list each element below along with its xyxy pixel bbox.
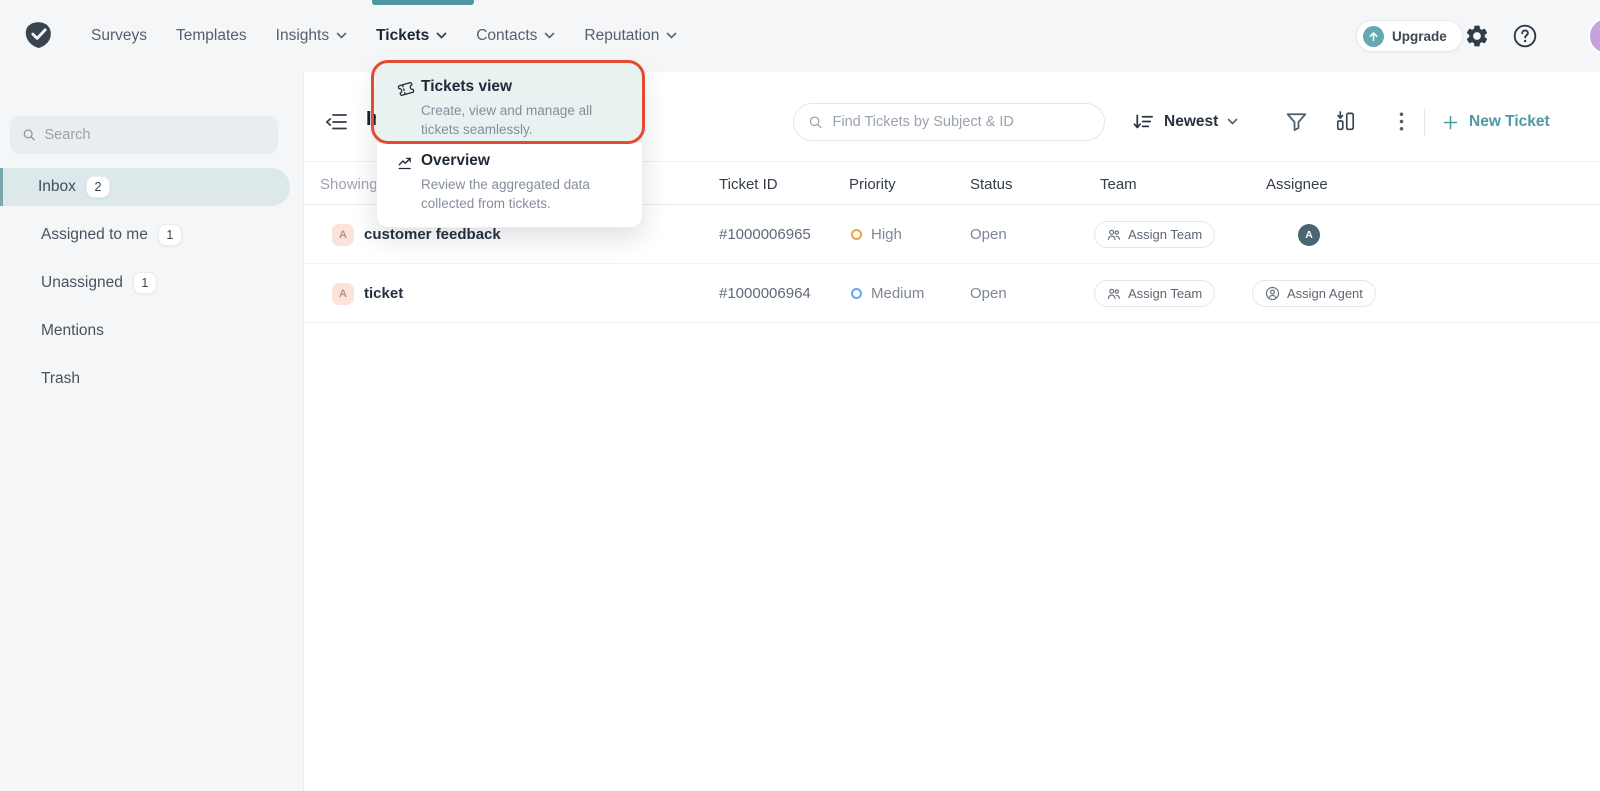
sort-label: Newest xyxy=(1164,113,1218,131)
menu-item-tickets-view[interactable]: Tickets view Create, view and manage all… xyxy=(377,65,642,143)
showing-count-label: Showing xyxy=(320,162,378,206)
sort-control[interactable]: Newest xyxy=(1132,108,1238,136)
chevron-down-icon xyxy=(336,32,347,40)
menu-item-title: Tickets view xyxy=(421,78,512,96)
priority-ring-icon xyxy=(851,288,862,299)
search-icon xyxy=(22,127,37,143)
chevron-down-icon xyxy=(436,32,447,40)
priority-label: High xyxy=(871,226,902,243)
ticket-subject[interactable]: ticket xyxy=(364,285,403,302)
column-header-status: Status xyxy=(970,162,1013,206)
count-badge: 2 xyxy=(86,176,110,198)
more-options-kebab-icon[interactable] xyxy=(1389,109,1407,135)
sidebar-item-label: Assigned to me xyxy=(41,226,148,244)
team-icon xyxy=(1107,228,1121,242)
priority-label: Medium xyxy=(871,285,924,302)
settings-gear-icon[interactable] xyxy=(1464,23,1490,49)
ticket-icon xyxy=(397,80,415,98)
priority-ring-icon xyxy=(851,229,862,240)
new-ticket-label: New Ticket xyxy=(1469,113,1550,131)
nav-label: Templates xyxy=(176,27,247,45)
ticket-id: #1000006964 xyxy=(719,285,811,302)
menu-item-description: Review the aggregated data collected fro… xyxy=(421,176,626,214)
nav-label: Surveys xyxy=(91,27,147,45)
count-badge: 1 xyxy=(133,272,157,294)
sidebar-item-trash[interactable]: Trash xyxy=(0,360,290,398)
assignee-avatar[interactable]: A xyxy=(1298,224,1320,246)
brand-logo-icon[interactable] xyxy=(22,19,56,53)
subject-avatar: A xyxy=(332,224,354,246)
chevron-down-icon xyxy=(666,32,677,40)
status-label: Open xyxy=(970,226,1007,243)
nav-item-reputation[interactable]: Reputation xyxy=(584,27,677,45)
primary-nav: Surveys Templates Insights Tickets Conta… xyxy=(91,0,677,72)
sidebar-item-unassigned[interactable]: Unassigned 1 xyxy=(0,264,290,302)
subject-avatar: A xyxy=(332,283,354,305)
assign-agent-button[interactable]: Assign Agent xyxy=(1252,280,1376,307)
assign-team-label: Assign Team xyxy=(1128,227,1202,242)
nav-label: Tickets xyxy=(376,27,429,45)
user-avatar[interactable] xyxy=(1588,17,1600,55)
column-header-team: Team xyxy=(1100,162,1137,206)
upgrade-button[interactable]: Upgrade xyxy=(1356,20,1463,52)
column-settings-icon[interactable] xyxy=(1333,109,1359,135)
ticket-search-input[interactable] xyxy=(833,114,1090,130)
sidebar-item-label: Mentions xyxy=(41,322,104,340)
nav-item-contacts[interactable]: Contacts xyxy=(476,27,555,45)
nav-label: Insights xyxy=(276,27,329,45)
column-header-ticket-id: Ticket ID xyxy=(719,162,778,206)
trend-up-icon xyxy=(397,155,415,173)
nav-item-tickets[interactable]: Tickets xyxy=(376,27,447,45)
agent-icon xyxy=(1265,286,1280,301)
help-icon[interactable] xyxy=(1512,23,1538,49)
sidebar-search[interactable] xyxy=(10,116,278,154)
nav-label: Reputation xyxy=(584,27,659,45)
chevron-down-icon xyxy=(544,32,555,40)
sidebar-search-input[interactable] xyxy=(45,127,266,143)
assign-agent-label: Assign Agent xyxy=(1287,286,1363,301)
column-header-assignee: Assignee xyxy=(1266,162,1328,206)
sidebar-item-mentions[interactable]: Mentions xyxy=(0,312,290,350)
upgrade-arrow-icon xyxy=(1363,26,1384,47)
count-badge: 1 xyxy=(158,224,182,246)
sidebar-item-label: Inbox xyxy=(38,178,76,196)
assign-team-button[interactable]: Assign Team xyxy=(1094,280,1215,307)
new-ticket-button[interactable]: New Ticket xyxy=(1442,108,1550,136)
upgrade-label: Upgrade xyxy=(1392,29,1447,44)
menu-item-overview[interactable]: Overview Review the aggregated data coll… xyxy=(377,143,642,229)
nav-item-surveys[interactable]: Surveys xyxy=(91,27,147,45)
sidebar-item-label: Unassigned xyxy=(41,274,123,292)
ticket-search[interactable] xyxy=(793,103,1105,141)
assign-team-button[interactable]: Assign Team xyxy=(1094,221,1215,248)
plus-icon xyxy=(1442,114,1459,131)
ticket-row[interactable]: A ticket #1000006964 Medium Open Assign … xyxy=(304,264,1600,323)
menu-item-title: Overview xyxy=(421,152,490,170)
sidebar-item-assigned-to-me[interactable]: Assigned to me 1 xyxy=(0,216,290,254)
app-window: Surveys Templates Insights Tickets Conta… xyxy=(0,0,1600,791)
sidebar: Inbox 2 Assigned to me 1 Unassigned 1 Me… xyxy=(0,72,304,791)
nav-item-templates[interactable]: Templates xyxy=(176,27,247,45)
ticket-id: #1000006965 xyxy=(719,226,811,243)
assign-team-label: Assign Team xyxy=(1128,286,1202,301)
sidebar-item-label: Trash xyxy=(41,370,80,388)
sidebar-nav: Inbox 2 Assigned to me 1 Unassigned 1 Me… xyxy=(0,168,303,398)
top-navbar: Surveys Templates Insights Tickets Conta… xyxy=(0,0,1600,72)
menu-item-description: Create, view and manage all tickets seam… xyxy=(421,102,626,140)
tickets-dropdown-menu: Tickets view Create, view and manage all… xyxy=(376,64,643,228)
sidebar-item-inbox[interactable]: Inbox 2 xyxy=(0,168,290,206)
toolbar-divider xyxy=(1424,108,1425,136)
nav-label: Contacts xyxy=(476,27,537,45)
status-label: Open xyxy=(970,285,1007,302)
team-icon xyxy=(1107,287,1121,301)
search-icon xyxy=(808,114,824,131)
column-header-priority: Priority xyxy=(849,162,896,206)
sort-descending-icon xyxy=(1132,111,1155,134)
filter-funnel-icon[interactable] xyxy=(1284,109,1310,135)
collapse-sidebar-icon[interactable] xyxy=(324,110,350,134)
nav-item-insights[interactable]: Insights xyxy=(276,27,347,45)
chevron-down-icon xyxy=(1227,118,1238,126)
